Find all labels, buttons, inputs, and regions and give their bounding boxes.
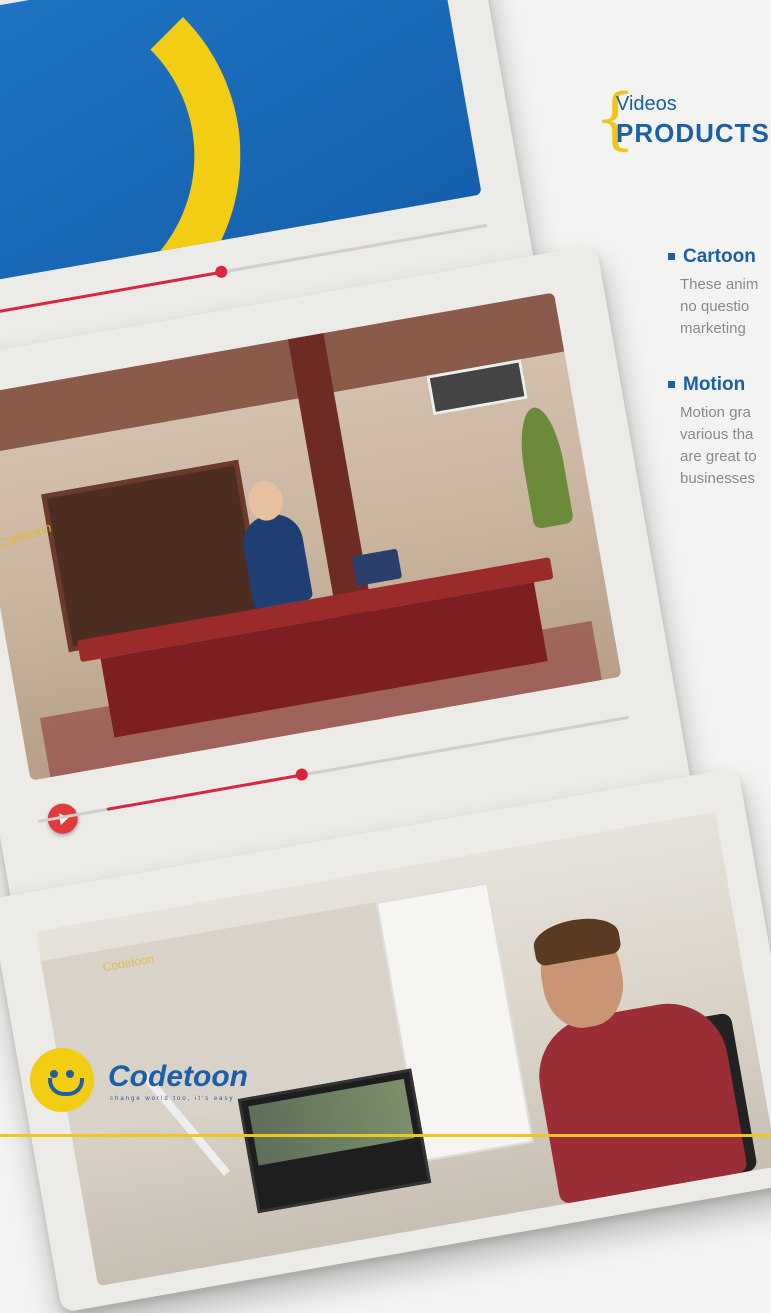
service-item-cartoon: Cartoon These anim no questio marketing [668, 246, 771, 340]
page-title: PRODUCTS [616, 118, 770, 148]
service-title: Motion [683, 374, 746, 395]
office-laptop [351, 548, 403, 587]
progress-knob[interactable] [294, 767, 309, 782]
service-desc-line: no questio [680, 298, 750, 315]
office-plant [513, 404, 575, 530]
office-watermark: Codetoon [0, 519, 54, 552]
progress-fill [0, 270, 222, 316]
service-item-motion: Motion Motion gra various tha are great … [668, 374, 771, 490]
video-screen-office: Codetoon [0, 292, 622, 781]
service-desc-line: are great to [680, 448, 757, 465]
progress-fill [106, 773, 305, 811]
bottom-divider [0, 1134, 771, 1137]
bullet-icon [668, 253, 675, 261]
logo-tagline: change world too, it's easy [110, 1096, 235, 1102]
service-title: Cartoon [683, 246, 756, 267]
header-over-title: Videos [616, 93, 677, 115]
mascot-smile-graphic [0, 0, 241, 283]
smiley-logo-icon [30, 1048, 94, 1112]
bullet-icon [668, 381, 675, 389]
progress-knob[interactable] [214, 264, 229, 279]
service-desc-line: businesses [680, 470, 756, 487]
editor-person-body [529, 994, 749, 1205]
service-desc-line: These anim [680, 276, 759, 293]
video-screen-editor: Codetoon [35, 811, 771, 1287]
logo-name: Codetoon [108, 1060, 248, 1093]
service-desc-line: various tha [680, 426, 754, 443]
service-desc-line: marketing [680, 320, 746, 337]
service-desc-line: Motion gra [680, 404, 751, 421]
editor-monitor-screen [248, 1078, 415, 1166]
